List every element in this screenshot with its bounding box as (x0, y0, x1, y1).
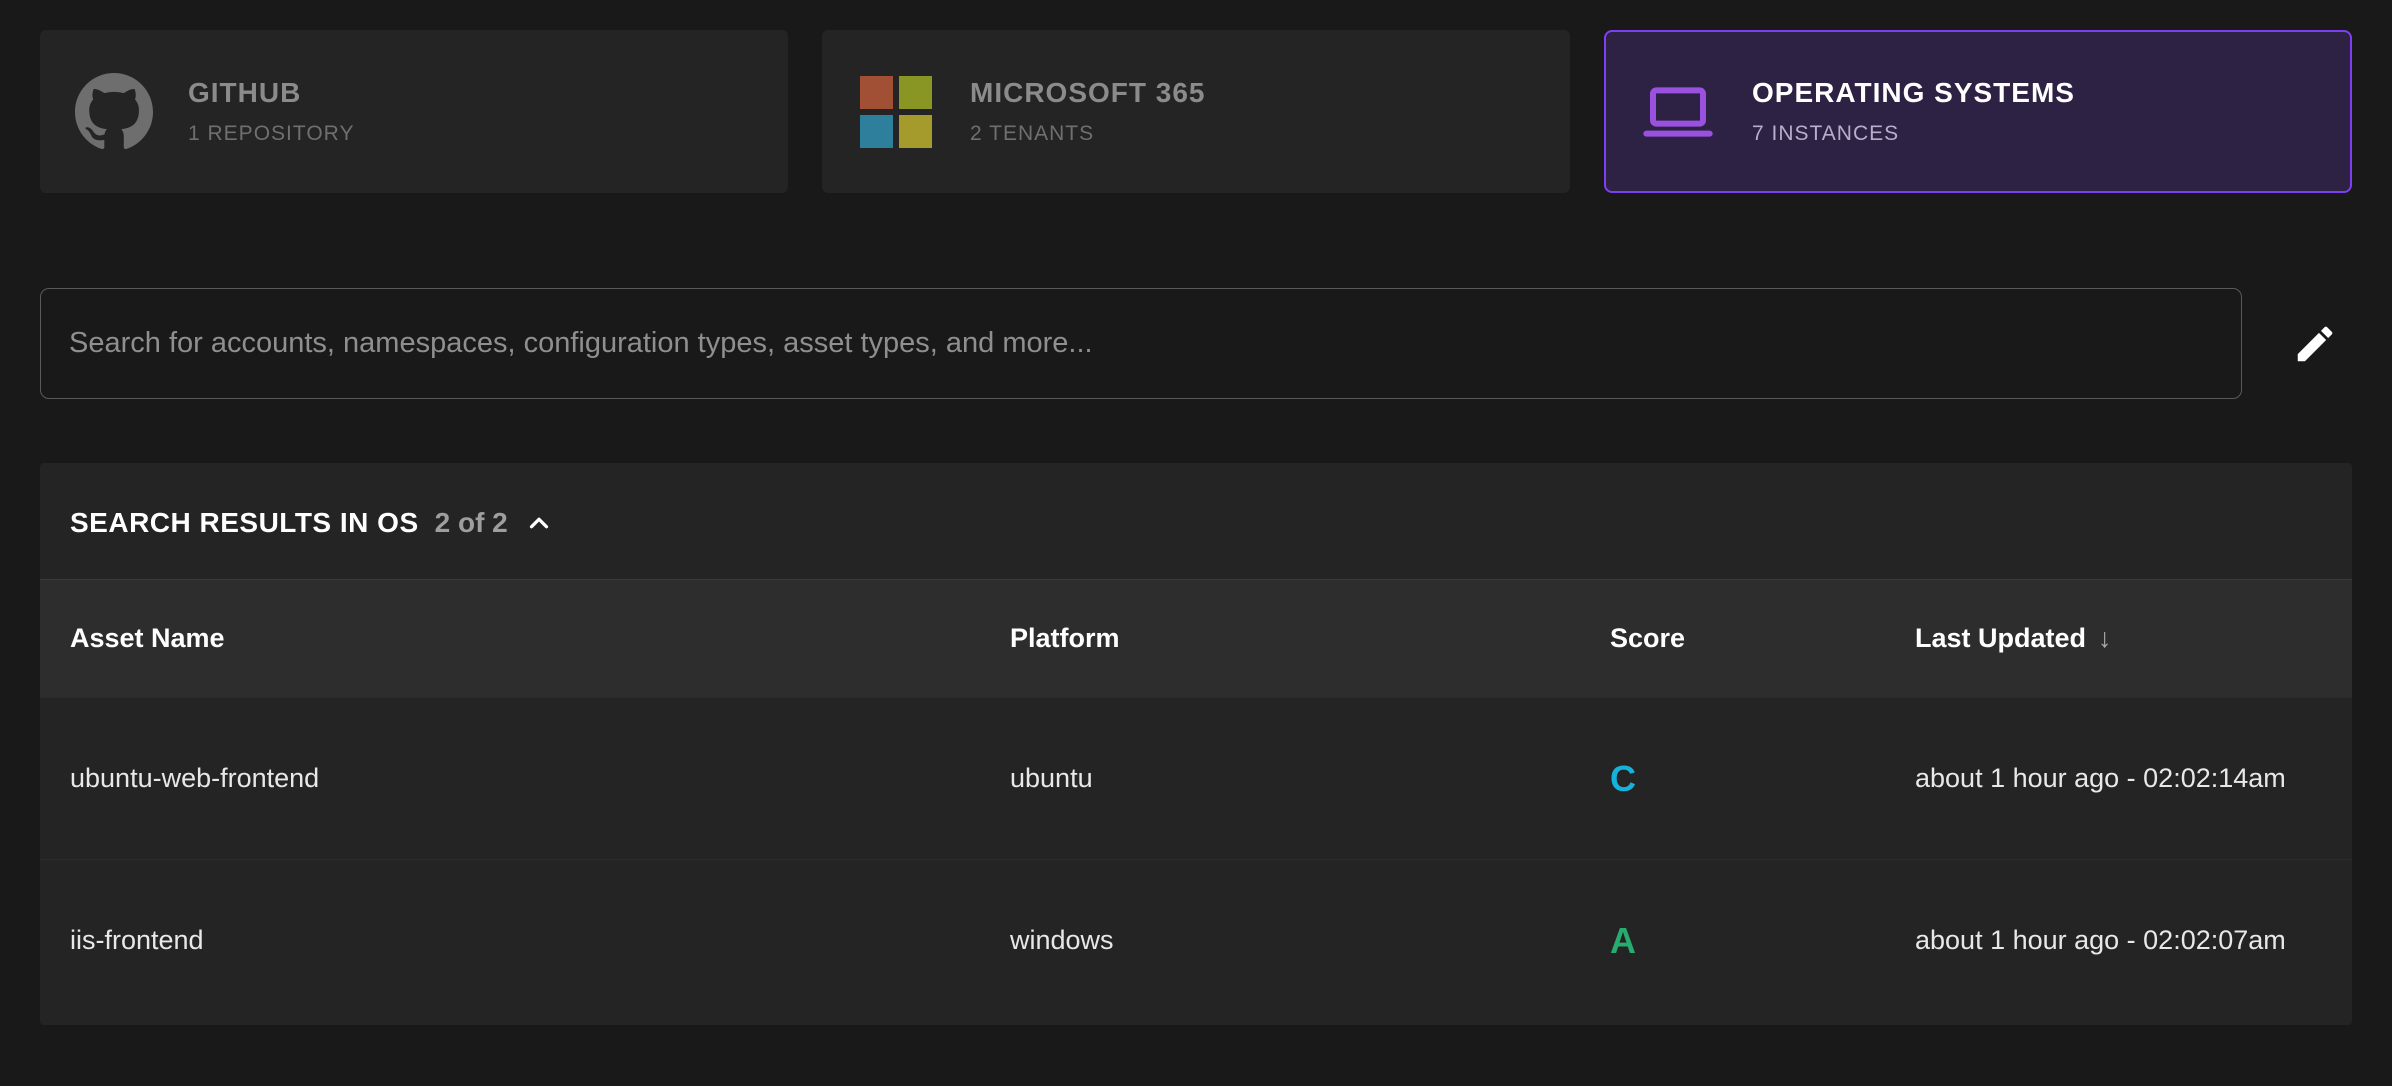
table-row[interactable]: ubuntu-web-frontend ubuntu C about 1 hou… (40, 697, 2352, 859)
table-header-row: Asset Name Platform Score Last Updated ↓ (40, 580, 2352, 697)
cell-asset-name: ubuntu-web-frontend (70, 763, 320, 793)
microsoft-logo (856, 72, 936, 152)
column-header-last-updated-label: Last Updated (1915, 623, 2087, 653)
table-row[interactable]: iis-frontend windows A about 1 hour ago … (40, 859, 2352, 1021)
cell-last-updated: about 1 hour ago - 02:02:14am (1915, 763, 2286, 793)
laptop-icon (1638, 72, 1718, 152)
card-operating-systems[interactable]: OPERATING SYSTEMS 7 INSTANCES (1604, 30, 2352, 193)
card-os-subtitle: 7 INSTANCES (1752, 122, 1900, 145)
cell-last-updated: about 1 hour ago - 02:02:07am (1915, 925, 2286, 955)
edit-search-button[interactable] (2278, 307, 2352, 381)
results-panel: SEARCH RESULTS IN OS 2 of 2 Asset Name P… (40, 463, 2352, 1025)
pencil-icon (2292, 321, 2338, 367)
ms-square-3 (860, 114, 893, 148)
results-header-toggle[interactable]: SEARCH RESULTS IN OS 2 of 2 (40, 463, 2352, 579)
card-github-title: GITHUB (188, 77, 302, 108)
results-title: SEARCH RESULTS IN OS (70, 507, 419, 538)
provider-cards-row: GITHUB 1 REPOSITORY MICROSOFT 365 2 TENA… (0, 0, 2392, 193)
score-badge: A (1610, 919, 1636, 961)
column-header-score-label: Score (1610, 623, 1686, 653)
cell-asset-name: iis-frontend (70, 925, 204, 955)
card-microsoft-365[interactable]: MICROSOFT 365 2 TENANTS (822, 30, 1570, 193)
card-os-title: OPERATING SYSTEMS (1752, 77, 2075, 108)
card-microsoft-subtitle: 2 TENANTS (970, 122, 1095, 145)
cell-platform: ubuntu (1010, 763, 1093, 793)
chevron-up-icon[interactable] (524, 508, 554, 538)
ms-square-2 (899, 75, 932, 109)
column-header-platform-label: Platform (1010, 623, 1120, 653)
search-row (40, 288, 2352, 399)
card-github[interactable]: GITHUB 1 REPOSITORY (40, 30, 788, 193)
card-os-text: OPERATING SYSTEMS 7 INSTANCES (1752, 77, 2075, 146)
column-header-asset-name[interactable]: Asset Name (70, 623, 1010, 654)
github-icon (74, 72, 154, 152)
column-header-score[interactable]: Score (1610, 623, 1915, 654)
column-header-last-updated[interactable]: Last Updated ↓ (1915, 623, 2352, 654)
ms-square-4 (899, 114, 932, 148)
card-microsoft-title: MICROSOFT 365 (970, 77, 1206, 108)
column-header-asset-name-label: Asset Name (70, 623, 225, 653)
results-count: 2 of 2 (434, 507, 508, 538)
card-github-text: GITHUB 1 REPOSITORY (188, 77, 354, 146)
card-github-subtitle: 1 REPOSITORY (188, 122, 355, 145)
arrow-down-icon: ↓ (2098, 623, 2112, 653)
column-header-platform[interactable]: Platform (1010, 623, 1610, 654)
cell-platform: windows (1010, 925, 1114, 955)
search-input[interactable] (40, 288, 2242, 399)
card-microsoft-text: MICROSOFT 365 2 TENANTS (970, 77, 1205, 146)
panel-footer-padding (40, 1021, 2352, 1025)
score-badge: C (1610, 757, 1636, 799)
ms-square-1 (860, 75, 893, 109)
